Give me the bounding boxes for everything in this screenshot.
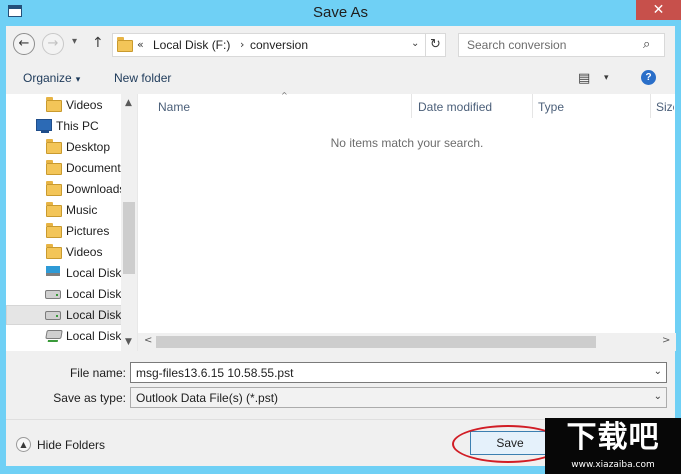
folder-icon — [46, 244, 62, 259]
tree-item-label: Desktop — [66, 140, 111, 154]
tree-item-label: Local Disk — [66, 287, 122, 301]
tree-item-label: Local Disk — [66, 329, 122, 343]
watermark: 下载吧 www.xiazaiba.com — [545, 418, 681, 474]
scrollbar-thumb[interactable] — [156, 336, 596, 348]
tree-item-label: Music — [66, 203, 98, 217]
scroll-down-icon[interactable]: ▼ — [125, 337, 132, 347]
save-as-type-value: Outlook Data File(s) (*.pst) — [136, 391, 279, 405]
scroll-left-icon[interactable]: < — [144, 335, 152, 346]
chevron-down-icon[interactable]: ⌄ — [654, 366, 662, 377]
tree-item-this-pc[interactable]: This PC — [6, 116, 124, 136]
recent-locations-dropdown[interactable]: ▾ — [72, 36, 77, 47]
watermark-logo: 下载吧 — [566, 420, 660, 455]
tree-item-pictures[interactable]: Pictures — [6, 221, 124, 241]
tree-item-downloads[interactable]: Downloads — [6, 179, 124, 199]
hide-folders-label: Hide Folders — [37, 438, 106, 452]
file-name-value: msg-files13.6.15 10.58.55.pst — [136, 366, 294, 380]
computer-icon — [36, 119, 52, 133]
folder-icon — [117, 37, 133, 52]
tree-item-label: Documents — [66, 161, 124, 175]
chevron-down-icon: ⌄ — [653, 391, 662, 402]
folder-icon — [46, 223, 62, 238]
drive-icon — [45, 311, 61, 320]
file-name-field[interactable]: msg-files13.6.15 10.58.55.pst ⌄ — [130, 362, 667, 383]
scroll-up-icon[interactable]: ▲ — [125, 98, 132, 108]
column-divider[interactable] — [532, 94, 533, 118]
save-as-type-select[interactable]: Outlook Data File(s) (*.pst) ⌄ — [130, 387, 667, 408]
tree-item-local-disk-c[interactable]: Local Disk — [6, 263, 124, 283]
tree-item-label: Pictures — [66, 224, 110, 238]
watermark-url: www.xiazaiba.com — [571, 460, 655, 470]
navigation-pane[interactable]: Videos This PC Desktop Documents Downloa… — [6, 94, 137, 351]
tree-item-local-disk-g[interactable]: Local Disk — [6, 326, 124, 346]
column-header-size[interactable]: Size — [656, 100, 674, 114]
tree-item-local-disk-f[interactable]: Local Disk — [6, 305, 124, 325]
breadcrumb-local-disk[interactable]: Local Disk (F:) — [153, 38, 230, 52]
tree-item-label: Downloads — [66, 182, 124, 196]
close-button[interactable]: ✕ — [636, 0, 681, 20]
organize-label: Organize — [23, 71, 72, 85]
file-name-label: File name: — [69, 366, 126, 380]
chevron-down-icon: ▾ — [75, 75, 81, 85]
tree-item-label: Videos — [66, 245, 103, 259]
scrollbar-thumb[interactable] — [123, 202, 135, 274]
save-as-dialog: Save As ✕ ← → ▾ ↑ « Local Disk (F:) › co… — [0, 0, 681, 474]
tree-item-label: This PC — [56, 119, 99, 133]
refresh-button[interactable]: ↻ — [425, 34, 445, 56]
horizontal-scrollbar[interactable]: < > — [138, 333, 676, 351]
tree-item-documents[interactable]: Documents — [6, 158, 124, 178]
folder-icon — [46, 202, 62, 217]
organize-button[interactable]: Organize ▾ — [23, 71, 80, 85]
folder-icon — [46, 181, 62, 196]
window-title: Save As — [312, 4, 369, 21]
scroll-right-icon[interactable]: > — [662, 335, 670, 346]
search-input[interactable]: Search conversion ⌕ — [458, 33, 665, 57]
column-header-name[interactable]: Name — [158, 100, 190, 114]
empty-message: No items match your search. — [330, 136, 484, 150]
folder-icon — [46, 97, 62, 112]
title-bar: Save As ✕ — [0, 0, 681, 26]
tree-item-local-disk-d[interactable]: Local Disk — [6, 284, 124, 304]
chevron-up-icon: ▲ — [16, 437, 31, 452]
forward-button[interactable]: → — [42, 33, 64, 55]
tree-item-music[interactable]: Music — [6, 200, 124, 220]
tree-item-desktop[interactable]: Desktop — [6, 137, 124, 157]
address-bar[interactable]: « Local Disk (F:) › conversion ⌄ ↻ — [112, 33, 446, 57]
help-icon[interactable]: ? — [641, 70, 656, 85]
search-icon[interactable]: ⌕ — [643, 37, 650, 52]
file-list[interactable]: ^ Name Date modified Type Size No items … — [137, 91, 676, 351]
tree-item-label: Local Disk — [66, 266, 122, 280]
view-options-icon[interactable]: ▤ — [578, 71, 590, 86]
column-divider[interactable] — [650, 94, 651, 118]
save-button[interactable]: Save — [470, 431, 550, 455]
sort-ascending-icon: ^ — [281, 91, 288, 100]
breadcrumb-overflow[interactable]: « — [137, 38, 144, 51]
new-folder-button[interactable]: New folder — [114, 71, 171, 85]
tree-item-videos[interactable]: Videos — [6, 95, 124, 115]
network-drive-icon — [45, 330, 63, 339]
tree-item-videos[interactable]: Videos — [6, 242, 124, 262]
folder-icon — [46, 139, 62, 154]
dialog-body: ← → ▾ ↑ « Local Disk (F:) › conversion ⌄… — [6, 26, 676, 466]
view-dropdown-button[interactable]: ▾ — [604, 73, 609, 83]
up-button[interactable]: ↑ — [92, 35, 104, 51]
command-bar: Organize ▾ New folder ▤ ▾ ? — [6, 64, 675, 94]
navigation-scrollbar[interactable]: ▲ ▼ — [121, 94, 137, 351]
chevron-right-icon[interactable]: › — [240, 38, 244, 51]
tree-item-label: Local Disk — [66, 308, 122, 322]
save-as-type-label: Save as type: — [53, 391, 126, 405]
windows-drive-icon — [46, 266, 60, 276]
drive-icon — [45, 290, 61, 299]
address-dropdown-button[interactable]: ⌄ — [411, 38, 419, 49]
search-placeholder: Search conversion — [467, 38, 567, 52]
back-button[interactable]: ← — [13, 33, 35, 55]
folder-icon — [46, 160, 62, 175]
breadcrumb-conversion[interactable]: conversion — [250, 38, 308, 52]
column-header-date-modified[interactable]: Date modified — [418, 100, 492, 114]
column-divider[interactable] — [411, 94, 412, 118]
tree-item-label: Videos — [66, 98, 103, 112]
column-header-type[interactable]: Type — [538, 100, 564, 114]
